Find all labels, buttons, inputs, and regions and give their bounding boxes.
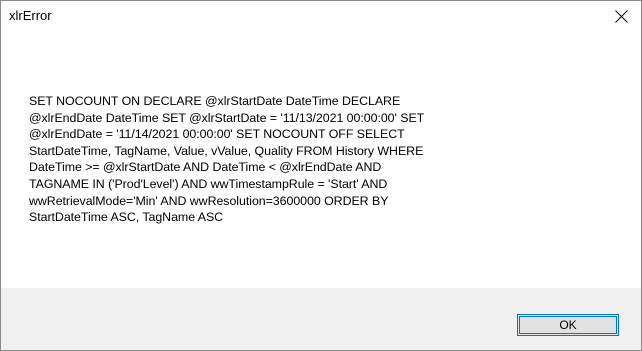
title-bar[interactable]: xlrError	[1, 1, 641, 31]
window-title: xlrError	[9, 8, 52, 23]
error-message-text: SET NOCOUNT ON DECLARE @xlrStartDate Dat…	[29, 94, 425, 225]
error-dialog: xlrError SET NOCOUNT ON DECLARE @xlrStar…	[0, 0, 642, 351]
ok-button[interactable]: OK	[517, 314, 619, 336]
message-area: SET NOCOUNT ON DECLARE @xlrStartDate Dat…	[1, 31, 641, 288]
close-icon	[614, 9, 628, 23]
button-bar: OK	[1, 288, 641, 350]
close-button[interactable]	[601, 1, 641, 31]
